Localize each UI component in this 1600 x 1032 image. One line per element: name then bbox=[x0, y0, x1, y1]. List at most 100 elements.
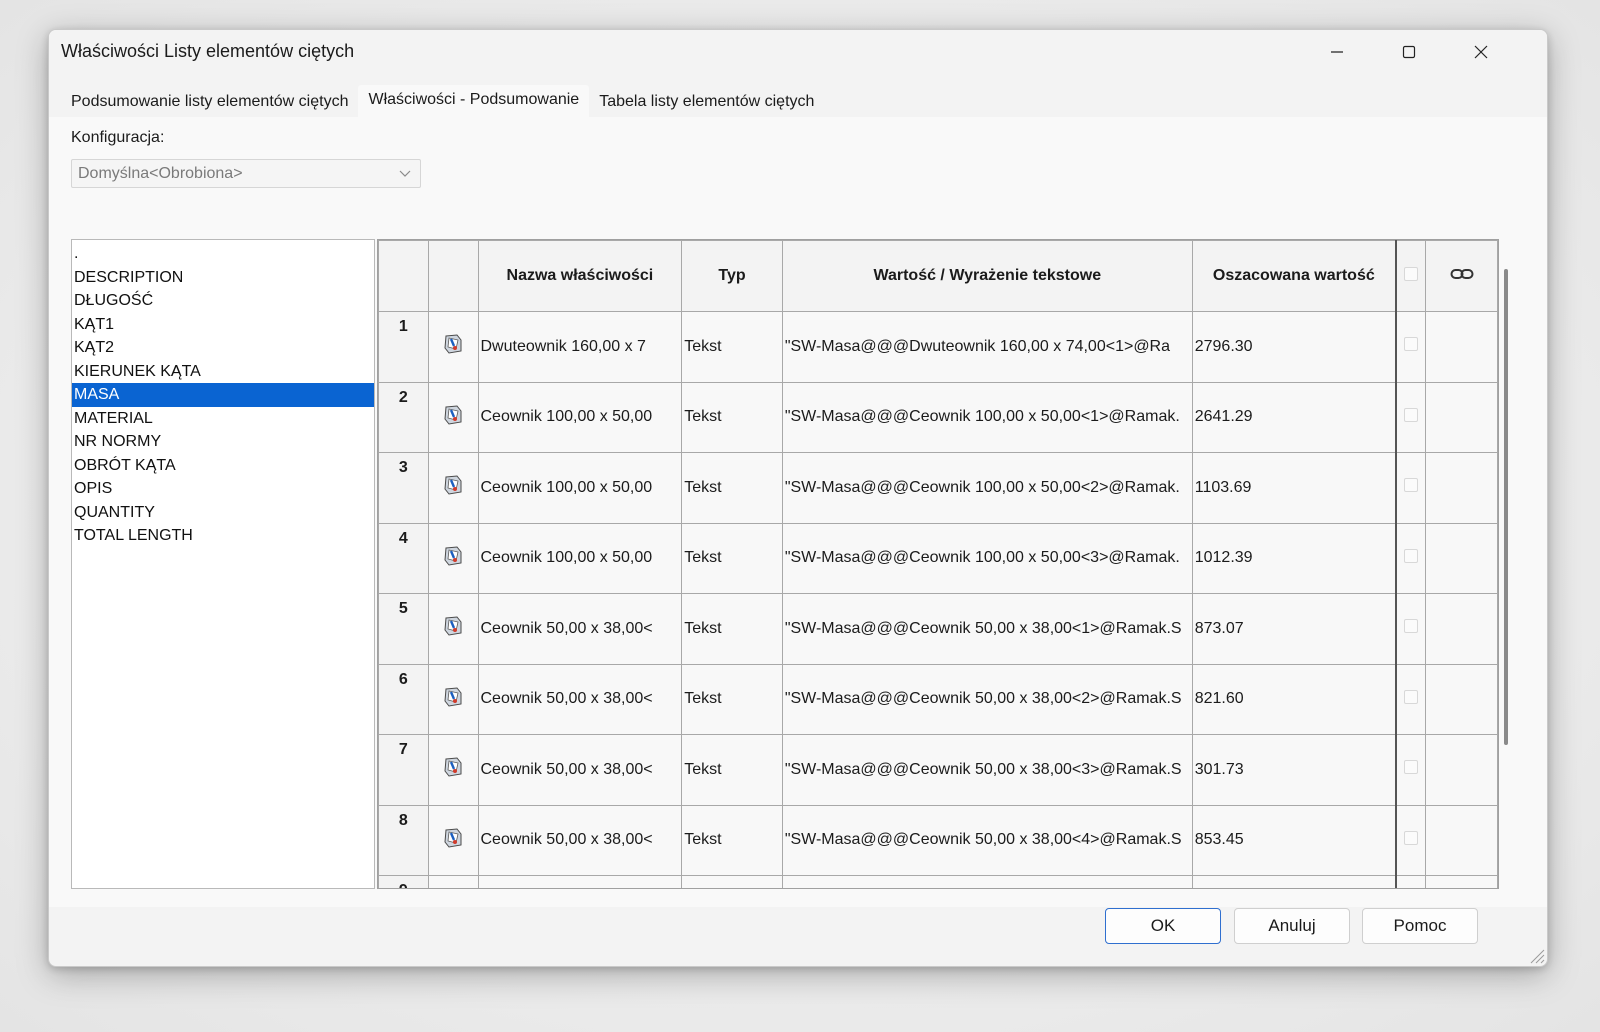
table-row[interactable]: 2 Ceownik 100,00 x 50,00 Tekst "SW-Masa@@@C… bbox=[378, 381, 1498, 453]
row-checkbox[interactable] bbox=[1404, 619, 1419, 634]
row-checkbox-cell[interactable] bbox=[1394, 381, 1427, 453]
row-number-cell[interactable]: 6 bbox=[378, 663, 429, 735]
maximize-button[interactable] bbox=[1383, 36, 1435, 68]
type-cell[interactable]: Tekst bbox=[681, 381, 783, 453]
property-name-cell[interactable]: Ceownik 100,00 x 50,00 bbox=[477, 381, 683, 453]
row-checkbox[interactable] bbox=[1404, 478, 1419, 493]
ok-button[interactable]: OK bbox=[1105, 908, 1221, 944]
table-row[interactable]: 6 Ceownik 50,00 x 38,00< Tekst "SW-Masa@@@C… bbox=[378, 663, 1498, 735]
header-link-cell[interactable] bbox=[1425, 240, 1498, 312]
row-checkbox-cell[interactable] bbox=[1394, 734, 1427, 806]
row-number-cell[interactable]: 7 bbox=[378, 734, 429, 806]
value-cell[interactable] bbox=[781, 875, 1193, 888]
type-cell[interactable]: Tekst bbox=[681, 452, 783, 524]
type-cell[interactable]: Tekst bbox=[681, 522, 783, 594]
row-checkbox[interactable] bbox=[1404, 407, 1419, 422]
property-list-item[interactable]: MATERIAL bbox=[72, 407, 374, 431]
property-list-item[interactable]: MASA bbox=[72, 383, 374, 407]
property-name-cell[interactable]: Ceownik 100,00 x 50,00 bbox=[477, 452, 683, 524]
type-cell[interactable]: Tekst bbox=[681, 734, 783, 806]
tab-cutlist-table[interactable]: Tabela listy elementów ciętych bbox=[589, 85, 824, 119]
property-name-cell[interactable]: Dwuteownik 160,00 x 7 bbox=[477, 311, 683, 383]
property-list-item[interactable]: TOTAL LENGTH bbox=[72, 524, 374, 548]
minimize-button[interactable] bbox=[1311, 36, 1363, 68]
row-checkbox[interactable] bbox=[1404, 337, 1419, 352]
table-row[interactable]: 5 Ceownik 50,00 x 38,00< Tekst "SW-Masa@@@C… bbox=[378, 593, 1498, 665]
header-property-name[interactable]: Nazwa właściwości bbox=[477, 240, 683, 312]
property-list-item[interactable]: QUANTITY bbox=[72, 501, 374, 525]
row-checkbox-cell[interactable] bbox=[1394, 452, 1427, 524]
row-number-cell[interactable]: 4 bbox=[378, 522, 429, 594]
type-cell[interactable]: Tekst bbox=[681, 311, 783, 383]
value-cell[interactable]: "SW-Masa@@@Dwuteownik 160,00 x 74,00<1>@… bbox=[781, 311, 1193, 383]
value-cell[interactable]: "SW-Masa@@@Ceownik 50,00 x 38,00<4>@Rama… bbox=[781, 804, 1193, 876]
value-cell[interactable]: "SW-Masa@@@Ceownik 50,00 x 38,00<2>@Rama… bbox=[781, 663, 1193, 735]
grid-scrollbar[interactable] bbox=[1504, 269, 1508, 745]
row-number-cell[interactable]: 8 bbox=[378, 804, 429, 876]
value-cell[interactable]: "SW-Masa@@@Ceownik 50,00 x 38,00<3>@Rama… bbox=[781, 734, 1193, 806]
table-row[interactable]: 8 Ceownik 50,00 x 38,00< Tekst "SW-Masa@@@C… bbox=[378, 804, 1498, 876]
header-checkbox-cell[interactable] bbox=[1394, 240, 1427, 312]
property-list-item[interactable]: KĄT2 bbox=[72, 336, 374, 360]
table-row[interactable]: 3 Ceownik 100,00 x 50,00 Tekst "SW-Masa@@@C… bbox=[378, 452, 1498, 524]
row-checkbox[interactable] bbox=[1404, 689, 1419, 704]
type-cell[interactable] bbox=[681, 875, 783, 888]
table-row[interactable]: 4 Ceownik 100,00 x 50,00 Tekst "SW-Masa@@@C… bbox=[378, 522, 1498, 594]
value-cell[interactable]: "SW-Masa@@@Ceownik 100,00 x 50,00<2>@Ram… bbox=[781, 452, 1193, 524]
property-name-cell[interactable] bbox=[477, 875, 683, 888]
property-icon-cell bbox=[427, 311, 479, 383]
row-number-cell[interactable]: 5 bbox=[378, 593, 429, 665]
property-list-item[interactable]: OBRÓT KĄTA bbox=[72, 454, 374, 478]
row-checkbox[interactable] bbox=[1404, 548, 1419, 563]
property-name-list[interactable]: . DESCRIPTION DŁUGOŚĆ KĄT1 KĄT2 KIERUNEK KĄTA… bbox=[71, 239, 375, 889]
type-cell[interactable]: Tekst bbox=[681, 804, 783, 876]
header-evaluated-value[interactable]: Oszacowana wartość bbox=[1191, 240, 1397, 312]
header-type[interactable]: Typ bbox=[681, 240, 783, 312]
tab-properties-summary[interactable]: Właściwości - Podsumowanie bbox=[358, 85, 590, 119]
row-checkbox-cell[interactable] bbox=[1394, 875, 1427, 888]
property-list-item[interactable]: NR NORMY bbox=[72, 430, 374, 454]
table-row[interactable]: 1 Dwuteownik 160,00 x 7 Tekst "SW-Masa@@@Dw… bbox=[378, 311, 1498, 383]
value-cell[interactable]: "SW-Masa@@@Ceownik 50,00 x 38,00<1>@Rama… bbox=[781, 593, 1193, 665]
value-cell[interactable]: "SW-Masa@@@Ceownik 100,00 x 50,00<3>@Ram… bbox=[781, 522, 1193, 594]
property-name-cell[interactable]: Ceownik 100,00 x 50,00 bbox=[477, 522, 683, 594]
property-list-item[interactable]: DŁUGOŚĆ bbox=[72, 289, 374, 313]
type-cell[interactable]: Tekst bbox=[681, 663, 783, 735]
property-name-cell[interactable]: Ceownik 50,00 x 38,00< bbox=[477, 804, 683, 876]
row-checkbox[interactable] bbox=[1404, 760, 1419, 775]
property-icon-cell bbox=[427, 663, 479, 735]
row-number-cell[interactable]: 2 bbox=[378, 381, 429, 453]
property-name-cell[interactable]: Ceownik 50,00 x 38,00< bbox=[477, 593, 683, 665]
tab-cutlist-summary[interactable]: Podsumowanie listy elementów ciętych bbox=[61, 85, 358, 119]
title-bar[interactable]: Właściwości Listy elementów ciętych bbox=[49, 30, 1547, 74]
table-row[interactable]: 9 bbox=[378, 875, 1498, 888]
property-list-item[interactable]: OPIS bbox=[72, 477, 374, 501]
type-cell[interactable]: Tekst bbox=[681, 593, 783, 665]
resize-grip-icon[interactable] bbox=[1527, 946, 1545, 964]
property-icon-cell bbox=[427, 381, 479, 453]
help-button[interactable]: Pomoc bbox=[1362, 908, 1478, 944]
property-list-item[interactable]: . bbox=[72, 242, 374, 266]
row-number-cell[interactable]: 1 bbox=[378, 311, 429, 383]
property-list-item[interactable]: DESCRIPTION bbox=[72, 266, 374, 290]
row-checkbox-cell[interactable] bbox=[1394, 593, 1427, 665]
property-name-cell[interactable]: Ceownik 50,00 x 38,00< bbox=[477, 734, 683, 806]
value-cell[interactable]: "SW-Masa@@@Ceownik 100,00 x 50,00<1>@Ram… bbox=[781, 381, 1193, 453]
close-button[interactable] bbox=[1455, 36, 1507, 68]
row-checkbox-cell[interactable] bbox=[1394, 522, 1427, 594]
row-number-cell[interactable]: 9 bbox=[378, 875, 429, 888]
row-checkbox-cell[interactable] bbox=[1394, 804, 1427, 876]
cancel-button[interactable]: Anuluj bbox=[1234, 908, 1350, 944]
row-checkbox-cell[interactable] bbox=[1394, 663, 1427, 735]
row-number-cell[interactable]: 3 bbox=[378, 452, 429, 524]
evaluated-value-cell: 2641.29 bbox=[1191, 381, 1397, 453]
header-value[interactable]: Wartość / Wyrażenie tekstowe bbox=[781, 240, 1193, 312]
table-row[interactable]: 7 Ceownik 50,00 x 38,00< Tekst "SW-Masa@@@C… bbox=[378, 734, 1498, 806]
row-checkbox[interactable] bbox=[1404, 830, 1419, 845]
configuration-dropdown[interactable]: Domyślna<Obrobiona> bbox=[71, 159, 421, 188]
property-name-cell[interactable]: Ceownik 50,00 x 38,00< bbox=[477, 663, 683, 735]
property-list-item[interactable]: KIERUNEK KĄTA bbox=[72, 360, 374, 384]
row-checkbox-cell[interactable] bbox=[1394, 311, 1427, 383]
property-list-item[interactable]: KĄT1 bbox=[72, 313, 374, 337]
header-checkbox[interactable] bbox=[1404, 266, 1419, 281]
